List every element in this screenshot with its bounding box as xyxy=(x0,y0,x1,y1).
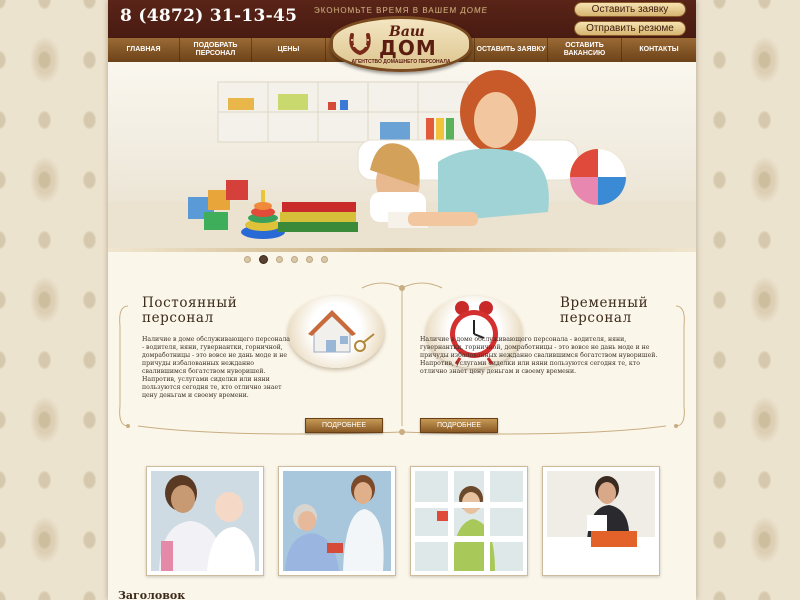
nav-item-home[interactable]: ГЛАВНАЯ xyxy=(108,38,180,62)
slider-dot-1[interactable] xyxy=(244,256,251,263)
slider-dot-6[interactable] xyxy=(321,256,328,263)
temporary-staff-more-button[interactable]: ПОДРОБНЕЕ xyxy=(420,418,498,433)
permanent-staff-title: Постоянный персонал xyxy=(142,295,238,326)
temporary-staff-text: Наличие в доме обслуживающего персонала … xyxy=(420,336,658,375)
section-heading: Заголовок xyxy=(118,589,186,600)
phone-number: 8 (4872) 31-13-45 xyxy=(120,6,298,26)
permanent-staff-text: Наличие в доме обслуживающего персонала … xyxy=(142,336,290,399)
nav-item-leave-vacancy[interactable]: ОСТАВИТЬ ВАКАНСИЮ xyxy=(548,38,622,62)
slider-dot-2[interactable] xyxy=(259,255,268,264)
nav-item-leave-request[interactable]: ОСТАВИТЬ ЗАЯВКУ xyxy=(474,38,548,62)
logo-text-main: ДОМ xyxy=(379,36,437,60)
slider-image xyxy=(108,62,696,248)
site-logo[interactable]: Ваш ДОМ АГЕНТСТВО ДОМАШНЕГО ПЕРСОНАЛА xyxy=(330,16,472,72)
permanent-staff-more-button[interactable]: ПОДРОБНЕЕ xyxy=(305,418,383,433)
slider-dot-3[interactable] xyxy=(276,256,283,263)
send-resume-button[interactable]: Отправить резюме xyxy=(574,21,686,36)
nav-item-contacts[interactable]: КОНТАКТЫ xyxy=(622,38,696,62)
page-container: 8 (4872) 31-13-45 ЭКОНОМЬТЕ ВРЕМЯ В ВАШЕ… xyxy=(108,0,696,600)
site-header: 8 (4872) 31-13-45 ЭКОНОМЬТЕ ВРЕМЯ В ВАШЕ… xyxy=(108,0,696,72)
photo-caregiver-with-elderly[interactable] xyxy=(278,466,396,576)
temporary-staff-title: Временный персонал xyxy=(560,295,649,326)
house-key-icon xyxy=(288,296,384,368)
nav-item-select-staff[interactable]: ПОДОБРАТЬ ПЕРСОНАЛ xyxy=(180,38,252,62)
slider-dot-4[interactable] xyxy=(291,256,298,263)
leave-request-button[interactable]: Оставить заявку xyxy=(574,2,686,17)
slider-pagination xyxy=(244,255,328,266)
horseshoe-icon xyxy=(347,31,373,56)
photo-window-cleaning[interactable] xyxy=(410,466,528,576)
slider-dot-5[interactable] xyxy=(306,256,313,263)
slider-divider xyxy=(108,248,696,252)
photo-nurse-with-baby[interactable] xyxy=(146,466,264,576)
logo-subtitle: АГЕНТСТВО ДОМАШНЕГО ПЕРСОНАЛА xyxy=(351,59,451,65)
photo-maid-making-bed[interactable] xyxy=(542,466,660,576)
slogan: ЭКОНОМЬТЕ ВРЕМЯ В ВАШЕМ ДОМЕ xyxy=(313,6,489,15)
nav-item-prices[interactable]: ЦЕНЫ xyxy=(252,38,326,62)
hero-slider xyxy=(108,62,696,252)
